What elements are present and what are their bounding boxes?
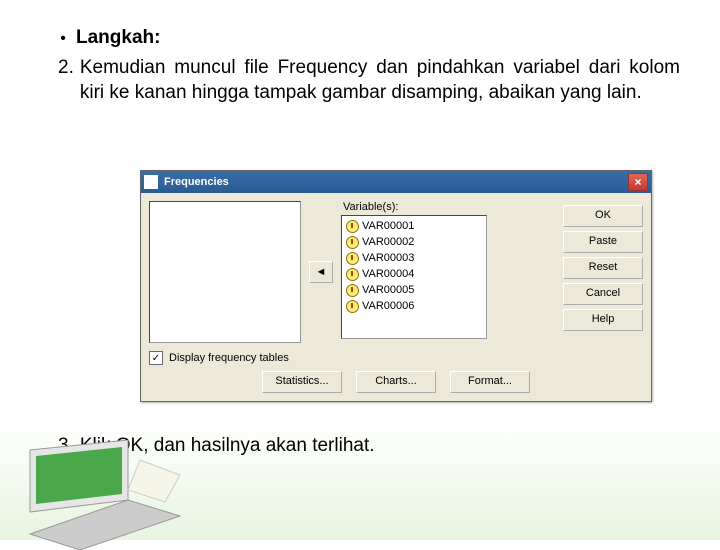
list-item-label: VAR00005 [362, 284, 414, 296]
step2-text: Kemudian muncul file Frequency dan pinda… [80, 55, 680, 106]
close-icon: × [634, 176, 641, 188]
variable-icon [346, 220, 359, 233]
variable-icon [346, 284, 359, 297]
ok-button[interactable]: OK [563, 205, 643, 227]
format-button[interactable]: Format... [450, 371, 530, 393]
step3-text: Klik OK, dan hasilnya akan terlihat. [80, 433, 680, 459]
list-item[interactable]: VAR00001 [344, 218, 484, 234]
list-item[interactable]: VAR00002 [344, 234, 484, 250]
dialog-title: Frequencies [164, 176, 229, 188]
frequencies-dialog: Frequencies × ◄ Variable(s): VAR00001 VA… [140, 170, 652, 402]
list-item[interactable]: VAR00003 [344, 250, 484, 266]
titlebar[interactable]: Frequencies × [141, 171, 651, 193]
variable-icon [346, 252, 359, 265]
list-item[interactable]: VAR00005 [344, 282, 484, 298]
source-listbox[interactable] [149, 201, 301, 343]
list-item-label: VAR00002 [362, 236, 414, 248]
variables-label: Variable(s): [343, 201, 551, 213]
reset-button[interactable]: Reset [563, 257, 643, 279]
variable-icon [346, 300, 359, 313]
list-item-label: VAR00003 [362, 252, 414, 264]
paste-button[interactable]: Paste [563, 231, 643, 253]
move-left-button[interactable]: ◄ [309, 261, 333, 283]
step3-number: 3. [58, 433, 80, 459]
list-item-label: VAR00001 [362, 220, 414, 232]
variable-icon [346, 236, 359, 249]
bullet-dot: • [50, 25, 76, 51]
list-item-label: VAR00004 [362, 268, 414, 280]
list-item[interactable]: VAR00004 [344, 266, 484, 282]
triangle-left-icon: ◄ [316, 266, 327, 278]
cancel-button[interactable]: Cancel [563, 283, 643, 305]
display-tables-label: Display frequency tables [169, 352, 289, 364]
statistics-button[interactable]: Statistics... [262, 371, 342, 393]
variable-icon [346, 268, 359, 281]
help-button[interactable]: Help [563, 309, 643, 331]
close-button[interactable]: × [628, 173, 648, 191]
step2-number: 2. [58, 55, 80, 106]
variables-listbox[interactable]: VAR00001 VAR00002 VAR00003 VAR00004 VAR0… [341, 215, 487, 339]
list-item-label: VAR00006 [362, 300, 414, 312]
list-item[interactable]: VAR00006 [344, 298, 484, 314]
app-icon [144, 175, 158, 189]
slide-content: • Langkah: 2. Kemudian muncul file Frequ… [0, 0, 720, 106]
langkah-heading: Langkah: [76, 25, 160, 51]
charts-button[interactable]: Charts... [356, 371, 436, 393]
display-tables-checkbox[interactable]: ✓ [149, 351, 163, 365]
